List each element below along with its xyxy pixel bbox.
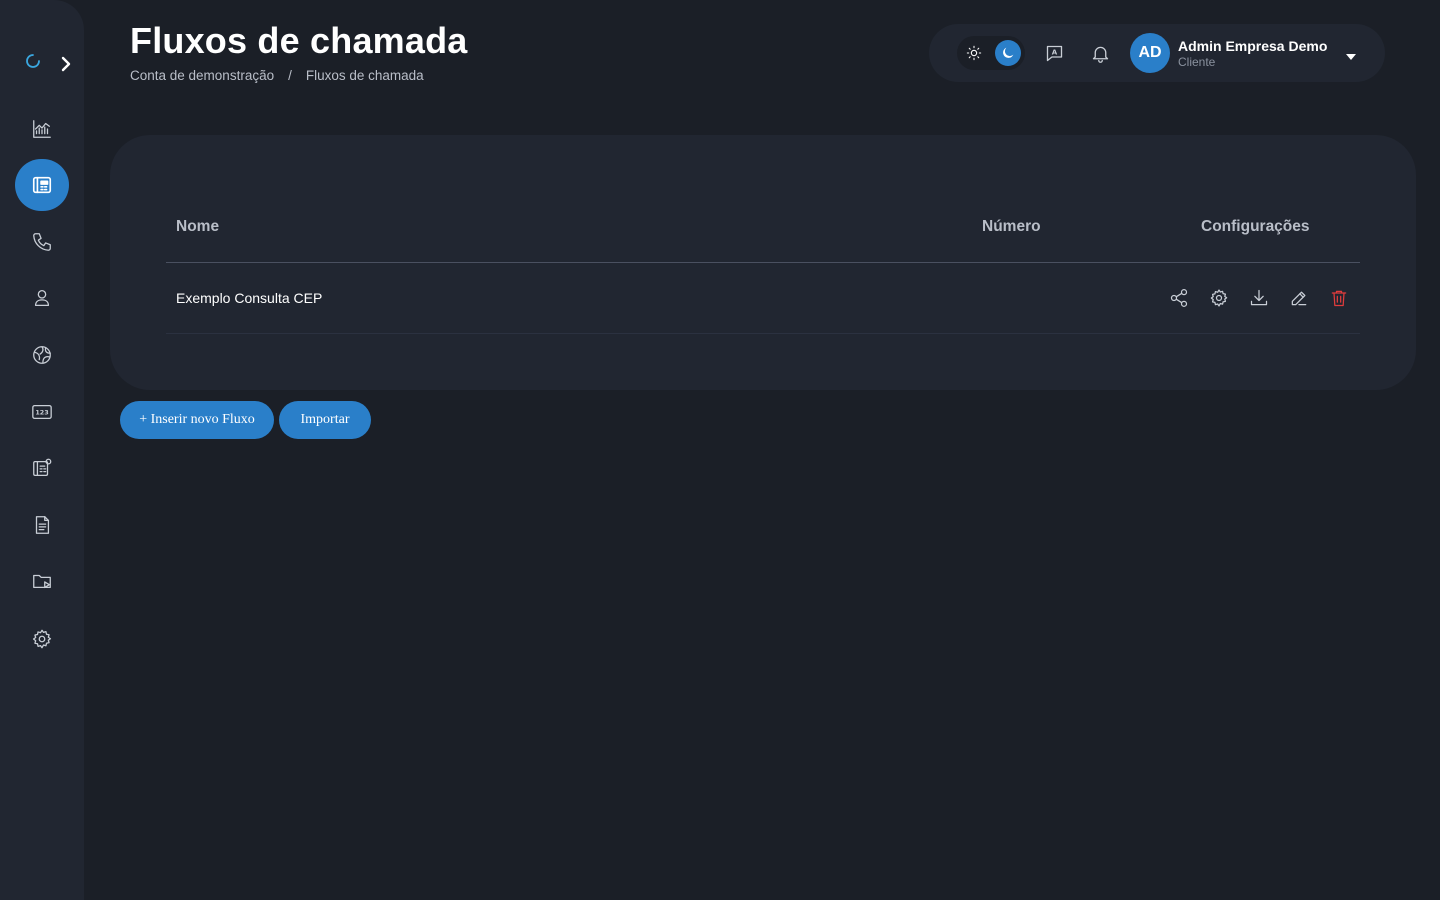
breadcrumb: Conta de demonstração / Fluxos de chamad… bbox=[130, 68, 424, 83]
svg-text:123: 123 bbox=[35, 408, 48, 416]
table-header: Nome Número Configurações bbox=[166, 205, 1360, 263]
sidebar-item-media[interactable] bbox=[15, 555, 69, 607]
column-header-name: Nome bbox=[176, 218, 220, 235]
sidebar-item-call-flows[interactable] bbox=[15, 159, 69, 211]
download-icon[interactable] bbox=[1247, 286, 1271, 310]
sidebar: 123 bbox=[0, 0, 84, 900]
flow-panel-icon bbox=[32, 176, 52, 194]
moon-icon[interactable] bbox=[995, 40, 1021, 66]
top-bar: A AD Admin Empresa Demo Cliente bbox=[929, 24, 1385, 82]
gear-icon[interactable] bbox=[1207, 286, 1231, 310]
import-button[interactable]: Importar bbox=[279, 401, 371, 439]
avatar[interactable]: AD bbox=[1130, 33, 1170, 73]
gear-icon bbox=[32, 629, 52, 649]
column-header-number: Número bbox=[982, 218, 1041, 235]
expand-sidebar-chevron-icon[interactable] bbox=[58, 54, 74, 74]
flows-table: Nome Número Configurações Exemplo Consul… bbox=[166, 205, 1360, 334]
theme-toggle[interactable] bbox=[957, 36, 1025, 70]
edit-icon[interactable] bbox=[1287, 286, 1311, 310]
svg-text:A: A bbox=[1051, 48, 1057, 56]
sun-icon[interactable] bbox=[961, 40, 987, 66]
chat-icon[interactable]: A bbox=[1041, 40, 1067, 66]
flow-name-cell: Exemplo Consulta CEP bbox=[176, 290, 323, 306]
caret-down-icon[interactable] bbox=[1345, 48, 1357, 60]
sidebar-item-reports[interactable] bbox=[15, 499, 69, 551]
numbers-123-icon: 123 bbox=[32, 404, 52, 420]
folder-play-icon bbox=[33, 574, 51, 589]
sidebar-item-calls[interactable] bbox=[15, 216, 69, 268]
sidebar-item-settings[interactable] bbox=[15, 613, 69, 665]
breadcrumb-item-current: Fluxos de chamada bbox=[305, 68, 424, 83]
user-role: Cliente bbox=[1178, 55, 1216, 69]
bell-icon[interactable] bbox=[1087, 40, 1113, 66]
share-icon[interactable] bbox=[1167, 286, 1191, 310]
user-name[interactable]: Admin Empresa Demo bbox=[1178, 38, 1327, 54]
trash-icon[interactable] bbox=[1327, 286, 1351, 310]
breadcrumb-item-account[interactable]: Conta de demonstração bbox=[130, 68, 274, 83]
add-flow-button[interactable]: + Inserir novo Fluxo bbox=[120, 401, 274, 439]
phone-icon bbox=[33, 233, 51, 251]
globe-icon bbox=[33, 346, 51, 364]
chart-icon bbox=[33, 120, 51, 138]
sidebar-item-dashboard[interactable] bbox=[15, 103, 69, 155]
sidebar-item-network[interactable] bbox=[15, 329, 69, 381]
flows-card: Nome Número Configurações Exemplo Consul… bbox=[110, 135, 1416, 390]
column-header-settings: Configurações bbox=[1201, 218, 1310, 235]
document-icon bbox=[35, 516, 50, 534]
loading-logo-icon bbox=[24, 52, 42, 70]
user-icon bbox=[34, 290, 50, 306]
panel-settings-icon bbox=[33, 458, 52, 476]
sidebar-item-flow-settings[interactable] bbox=[15, 442, 69, 494]
sidebar-item-numbers[interactable]: 123 bbox=[15, 386, 69, 438]
sidebar-item-users[interactable] bbox=[15, 272, 69, 324]
table-row: Exemplo Consulta CEP bbox=[166, 263, 1360, 334]
breadcrumb-separator: / bbox=[288, 68, 292, 83]
page-title: Fluxos de chamada bbox=[130, 20, 468, 61]
